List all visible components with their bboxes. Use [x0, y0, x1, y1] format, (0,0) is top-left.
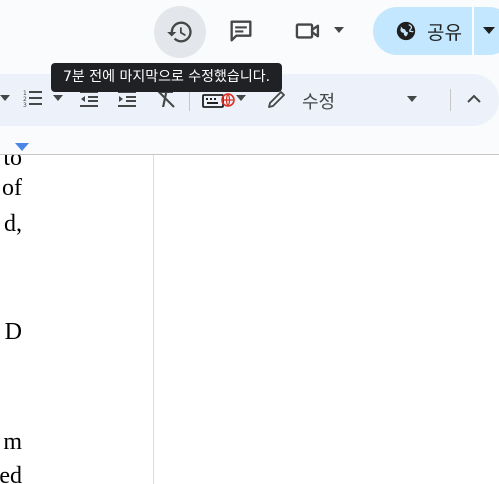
text-fragment: to [3, 155, 22, 171]
comments-icon [230, 20, 252, 42]
checklist-dropdown-caret[interactable] [0, 95, 10, 101]
numbered-list-dropdown-caret[interactable] [53, 95, 63, 101]
comments-button[interactable] [221, 11, 261, 51]
meet-button[interactable] [288, 13, 352, 49]
input-tools-icon [202, 93, 235, 108]
input-tools-button[interactable] [202, 89, 236, 111]
history-tooltip: 7분 전에 마지막으로 수정했습니다. [51, 63, 283, 92]
toolbar-separator [189, 89, 190, 111]
chevron-down-icon [236, 95, 246, 101]
text-fragment: of [2, 175, 22, 201]
globe-icon [395, 20, 417, 42]
hide-menus-button[interactable] [466, 90, 482, 108]
editing-mode-dropdown-caret[interactable] [407, 96, 417, 102]
page-edge [153, 155, 154, 484]
numbered-list-button[interactable]: 1 2 3 [22, 88, 44, 110]
input-tools-dropdown-caret[interactable] [236, 95, 246, 101]
share-divider [472, 7, 474, 55]
chevron-up-icon [467, 94, 481, 103]
toolbar-separator [450, 89, 451, 111]
chevron-down-icon [407, 96, 417, 102]
ruler[interactable] [0, 132, 499, 155]
share-button[interactable]: 공유 [373, 7, 499, 55]
text-fragment: ed [0, 463, 22, 484]
share-label: 공유 [427, 21, 462, 44]
svg-text:3: 3 [23, 102, 27, 109]
text-fragment: D [4, 319, 22, 345]
numbered-list-icon: 1 2 3 [23, 90, 42, 109]
text-fragment: d, [4, 211, 22, 237]
video-call-icon [295, 23, 320, 39]
chevron-down-icon [334, 27, 344, 33]
share-options-chevron-icon[interactable] [483, 27, 495, 34]
document-page[interactable]: to of d, D m ed [0, 155, 152, 484]
editing-mode-label[interactable]: 수정 [302, 88, 335, 114]
chevron-down-icon [0, 95, 10, 101]
top-bar: 공유 [0, 0, 499, 66]
document-canvas[interactable]: to of d, D m ed [0, 155, 499, 484]
version-history-button[interactable] [154, 6, 206, 58]
history-icon [167, 21, 192, 43]
text-fragment: m [3, 429, 22, 455]
chevron-down-icon [53, 95, 63, 101]
ruler-indent-marker[interactable] [15, 143, 29, 151]
